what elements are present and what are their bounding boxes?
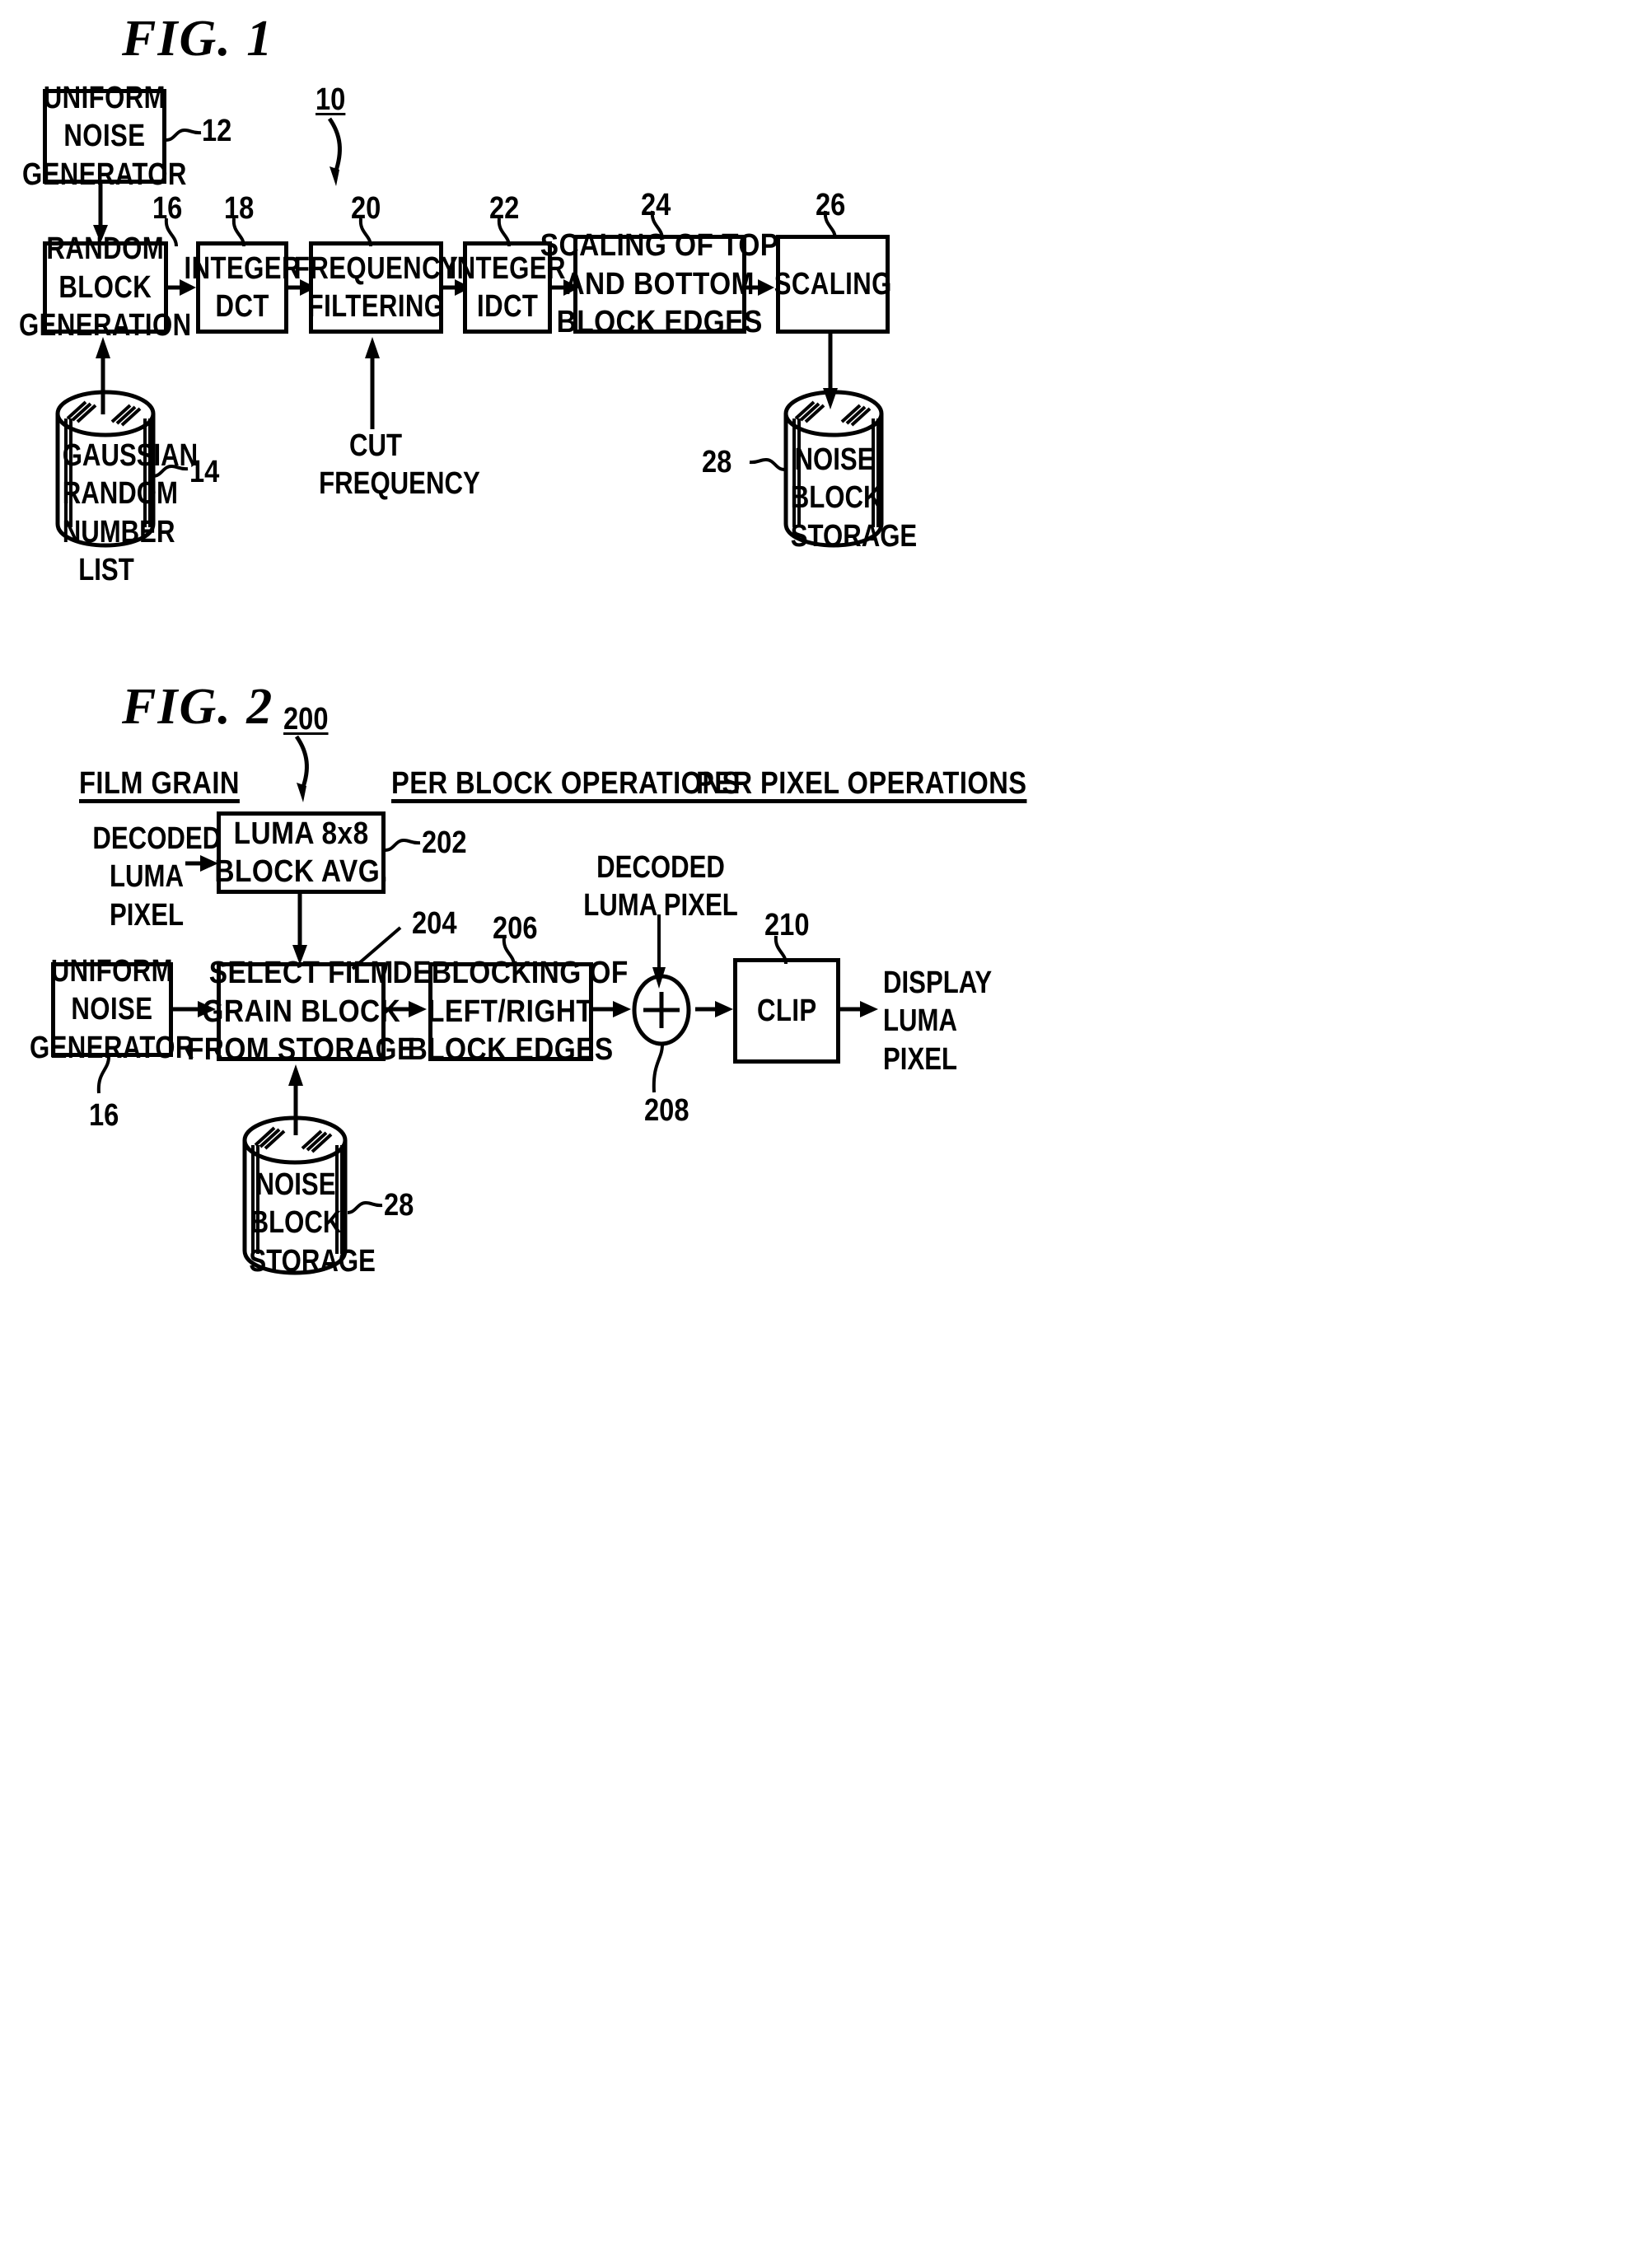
- block-label: LUMA 8x8 BLOCK AVG.: [214, 816, 388, 889]
- connector-clip-to-output: [840, 1001, 878, 1017]
- figure-1-system-ref: 10: [316, 82, 346, 117]
- block-deblocking-left-right[interactable]: DEBLOCKING OF LEFT/RIGHT BLOCK EDGES: [393, 956, 629, 1067]
- block-random-block-generation[interactable]: RANDOM BLOCK GENERATION: [19, 231, 191, 343]
- connector-scaletb-to-scaling: [746, 279, 774, 296]
- block-label: SCALING: [774, 266, 892, 302]
- figure-2-caption: FIG. 2: [122, 679, 274, 735]
- cylinder-label-noise-block-storage-fig1: NOISE BLOCK STORAGE: [790, 442, 918, 554]
- ref-number-28-fig2: 28: [384, 1188, 414, 1223]
- ref-leader-208: [652, 1044, 664, 1093]
- cylinder-label-noise-block-storage-fig2: NOISE BLOCK STORAGE: [249, 1167, 376, 1279]
- ref-number-202: 202: [422, 825, 467, 860]
- label-cut-frequency: CUT FREQUENCY: [319, 428, 480, 502]
- block-label: CLIP: [756, 993, 817, 1028]
- ref-number-204: 204: [412, 906, 457, 941]
- cylinder-label-gaussian: GAUSSIAN RANDOM NUMBER LIST: [62, 438, 199, 588]
- block-label: INTEGER DCT: [184, 250, 301, 324]
- label-decoded-luma-pixel-input: DECODED LUMA PIXEL: [92, 821, 222, 933]
- block-integer-dct[interactable]: INTEGER DCT: [184, 241, 300, 334]
- block-label: FREQUENCY FILTERING: [293, 250, 459, 324]
- ref-number-18: 18: [224, 191, 255, 226]
- figure-1-system-leader: [327, 117, 342, 186]
- label-display-luma-pixel-output: DISPLAY LUMA PIXEL: [883, 966, 993, 1077]
- ref-number-16: 16: [152, 191, 183, 226]
- connector-storage-to-selectblock: [288, 1064, 303, 1135]
- label-decoded-luma-pixel-adder: DECODED LUMA PIXEL: [583, 850, 738, 924]
- block-label: UNIFORM NOISE GENERATOR: [22, 80, 187, 192]
- figure-2-system-ref: 200: [283, 702, 329, 737]
- ref-number-24: 24: [641, 188, 671, 222]
- ref-number-16-fig2: 16: [89, 1098, 119, 1133]
- block-scaling[interactable]: SCALING: [774, 235, 892, 334]
- block-label: UNIFORM NOISE GENERATOR: [30, 953, 194, 1065]
- figure-2-system-leader: [294, 735, 309, 802]
- block-scaling-top-bottom[interactable]: SCALING OF TOP AND BOTTOM BLOCK EDGES: [540, 228, 778, 339]
- connector-cutfreq-to-freqfilter: [365, 337, 380, 429]
- ref-number-206: 206: [493, 911, 538, 946]
- connector-deblock-to-adder: [593, 1001, 631, 1017]
- block-frequency-filtering[interactable]: FREQUENCY FILTERING: [294, 241, 458, 334]
- ref-number-20: 20: [351, 191, 381, 226]
- ref-leader-28-fig1: [749, 457, 785, 471]
- ref-number-210: 210: [764, 908, 810, 942]
- block-uniform-noise-generator[interactable]: UNIFORM NOISE GENERATOR: [22, 81, 186, 192]
- column-header-per-pixel-operations: PER PIXEL OPERATIONS: [696, 766, 1027, 801]
- block-luma-8x8-block-avg[interactable]: LUMA 8x8 BLOCK AVG.: [214, 811, 388, 894]
- column-header-film-grain: FILM GRAIN: [79, 766, 240, 801]
- ref-number-22: 22: [489, 191, 520, 226]
- summing-junction[interactable]: [628, 974, 695, 1050]
- ref-number-12: 12: [202, 114, 232, 148]
- connector-adder-to-clip: [695, 1001, 733, 1017]
- column-header-per-block-operations: PER BLOCK OPERATIONS: [391, 766, 741, 801]
- block-integer-idct[interactable]: INTEGER IDCT: [449, 241, 565, 334]
- ref-number-208: 208: [644, 1093, 689, 1128]
- ref-number-14: 14: [189, 455, 220, 489]
- block-uniform-noise-generator-fig2[interactable]: UNIFORM NOISE GENERATOR: [30, 954, 194, 1065]
- ref-number-26: 26: [816, 188, 846, 222]
- block-select-film-grain-block[interactable]: SELECT FILM GRAIN BLOCK FROM STORAGE: [187, 956, 415, 1067]
- ref-leader-16-fig2: [96, 1056, 110, 1094]
- block-clip[interactable]: CLIP: [733, 958, 840, 1064]
- block-label: SCALING OF TOP AND BOTTOM BLOCK EDGES: [540, 228, 779, 340]
- ref-number-28-fig1: 28: [702, 445, 732, 479]
- figure-1-caption: FIG. 1: [122, 11, 274, 67]
- connector-gaussian-to-rbg: [96, 337, 110, 414]
